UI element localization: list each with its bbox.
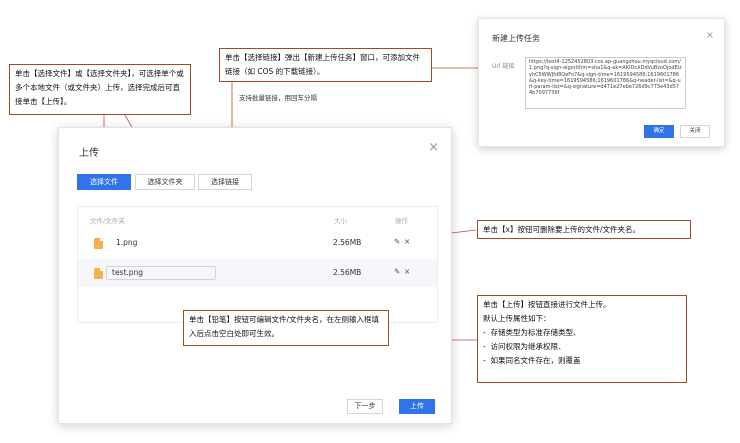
- annotation-select-file: 单击【选择文件】或【选择文件夹】，可选择单个或多个本地文件（或文件夹）上传，选择…: [9, 64, 191, 115]
- file-size: 2.56MB: [333, 268, 362, 277]
- close-icon[interactable]: ×: [404, 237, 410, 246]
- pencil-icon[interactable]: ✎: [394, 237, 400, 246]
- annotation-upload-default: 默认上传属性如下：: [483, 314, 551, 323]
- file-size: 2.56MB: [333, 238, 362, 247]
- annotation-batch-link: 支持批量链接，用回车分隔: [239, 94, 317, 102]
- select-file-button[interactable]: 选择文件: [77, 174, 131, 190]
- url-label: Url 链接: [492, 63, 515, 70]
- select-folder-button[interactable]: 选择文件夹: [135, 174, 195, 190]
- close-icon[interactable]: ×: [706, 30, 714, 41]
- list-item: - 如果同名文件存在，则覆盖: [483, 356, 581, 365]
- close-button[interactable]: 关闭: [680, 125, 710, 138]
- close-icon[interactable]: ×: [404, 267, 410, 276]
- next-step-button[interactable]: 下一步: [347, 399, 383, 414]
- annotation-delete: 单击【x】按钮可删除要上传的文件/文件夹名。: [477, 220, 691, 239]
- image-file-icon: [94, 238, 103, 249]
- annotation-pencil: 单击【铅笔】按钮可编辑文件/文件夹名，在左侧输入框填入后点击空白处即可生效。: [183, 310, 389, 346]
- dialog-title: 新建上传任务: [492, 34, 540, 43]
- table-row: 1.png 2.56MB ✎ ×: [78, 229, 437, 257]
- close-icon[interactable]: ×: [428, 140, 439, 155]
- list-item: - 存储类型为标准存储类型、: [483, 328, 581, 337]
- new-upload-task-dialog: 新建上传任务 × Url 链接 https://test4-1252452803…: [478, 18, 725, 147]
- upload-button[interactable]: 上传: [399, 399, 435, 414]
- column-header-name: 文件/文件夹: [90, 217, 125, 225]
- column-header-size: 大小: [334, 217, 347, 225]
- confirm-button[interactable]: 确定: [644, 125, 674, 138]
- upload-dialog: 上传 × 选择文件 选择文件夹 选择链接 文件/文件夹 大小 操作 1.png …: [58, 127, 452, 424]
- column-header-actions: 操作: [395, 217, 408, 225]
- file-name-input[interactable]: test.png: [106, 266, 216, 280]
- annotation-upload: 单击【上传】按钮直接进行文件上传。 默认上传属性如下： - 存储类型为标准存储类…: [477, 295, 687, 383]
- annotation-select-link: 单击【选择链接】弹出【新建上传任务】窗口，可添加文件链接（如 COS 的下载链接…: [219, 48, 432, 82]
- pencil-icon[interactable]: ✎: [394, 267, 400, 276]
- list-item: - 访问权限为继承权限、: [483, 342, 566, 351]
- url-textarea[interactable]: https://test4-1252452803.cos.ap-guangzho…: [525, 57, 686, 109]
- image-file-icon: [94, 268, 103, 279]
- table-row: test.png 2.56MB ✎ ×: [78, 259, 437, 287]
- upload-dialog-title: 上传: [79, 148, 99, 159]
- select-link-button[interactable]: 选择链接: [198, 174, 252, 190]
- file-name: 1.png: [116, 238, 138, 247]
- file-table: 文件/文件夹 大小 操作 1.png 2.56MB ✎ × test.png 2…: [77, 206, 438, 323]
- annotation-upload-title: 单击【上传】按钮直接进行文件上传。: [483, 300, 611, 309]
